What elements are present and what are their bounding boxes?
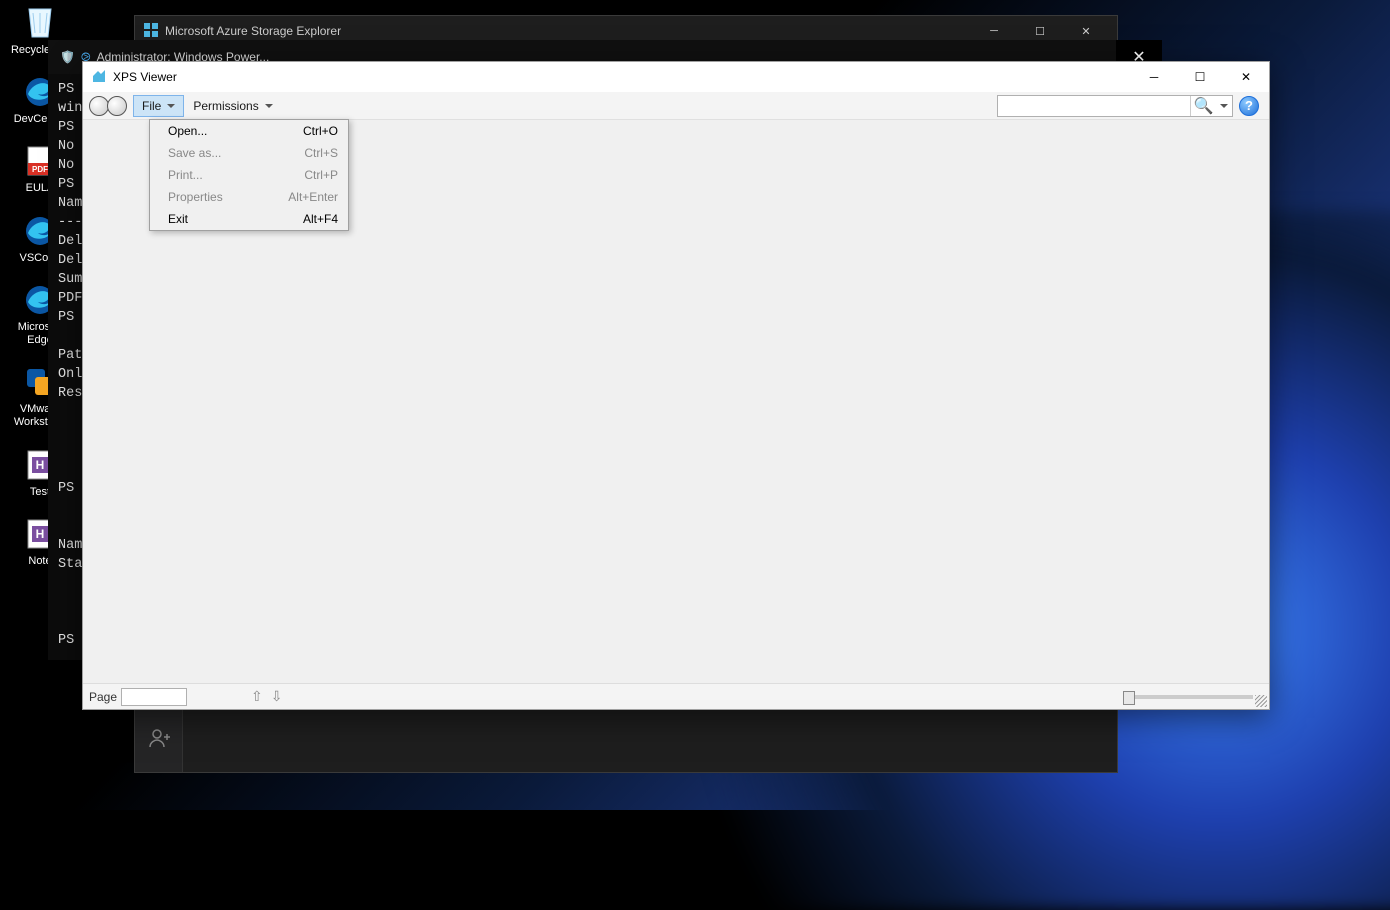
- menu-item-label: Properties: [168, 190, 223, 204]
- menu-item-label: Exit: [168, 212, 188, 226]
- xps-toolbar: File Permissions 🔍 ? Open... Ctrl+O Save…: [83, 92, 1269, 120]
- azure-account-icon[interactable]: [135, 714, 183, 762]
- search-dropdown-icon[interactable]: [1220, 104, 1228, 108]
- file-menu-open[interactable]: Open... Ctrl+O: [150, 120, 348, 142]
- xps-maximize-button[interactable]: ☐: [1177, 62, 1223, 92]
- azure-app-icon: [143, 22, 159, 41]
- page-number-input[interactable]: [121, 688, 187, 706]
- file-label: File: [142, 99, 161, 113]
- xps-status-bar: Page ⇧ ⇩: [83, 683, 1269, 709]
- svg-text:H: H: [36, 458, 45, 472]
- chevron-down-icon: [265, 104, 273, 108]
- menu-item-shortcut: Alt+F4: [303, 212, 338, 226]
- zoom-slider[interactable]: [1123, 695, 1253, 699]
- file-menu-save-as: Save as... Ctrl+S: [150, 142, 348, 164]
- xps-title-text: XPS Viewer: [113, 70, 1131, 84]
- xps-search-box[interactable]: 🔍: [997, 95, 1233, 117]
- menu-item-shortcut: Alt+Enter: [288, 190, 338, 204]
- svg-text:H: H: [36, 527, 45, 541]
- menu-item-shortcut: Ctrl+O: [303, 124, 338, 138]
- page-label: Page: [89, 690, 117, 704]
- xps-search-input[interactable]: [998, 99, 1190, 113]
- shield-icon: 🛡️: [60, 50, 75, 64]
- azure-title-text: Microsoft Azure Storage Explorer: [165, 24, 971, 38]
- xps-file-dropdown: Open... Ctrl+O Save as... Ctrl+S Print..…: [149, 119, 349, 231]
- search-icon[interactable]: 🔍: [1190, 96, 1216, 116]
- xps-close-button[interactable]: ✕: [1223, 62, 1269, 92]
- svg-text:PDF: PDF: [32, 165, 48, 174]
- file-menu-exit[interactable]: Exit Alt+F4: [150, 208, 348, 230]
- menu-item-shortcut: Ctrl+S: [304, 146, 338, 160]
- xps-file-menu-button[interactable]: File: [133, 95, 184, 117]
- help-icon[interactable]: ?: [1239, 96, 1259, 116]
- page-down-button[interactable]: ⇩: [271, 688, 283, 705]
- menu-item-label: Save as...: [168, 146, 221, 160]
- page-up-button[interactable]: ⇧: [251, 688, 263, 705]
- xps-minimize-button[interactable]: ─: [1131, 62, 1177, 92]
- chevron-down-icon: [167, 104, 175, 108]
- menu-item-label: Print...: [168, 168, 203, 182]
- menu-item-label: Open...: [168, 124, 207, 138]
- xps-app-icon: [91, 68, 107, 87]
- xps-permissions-menu-button[interactable]: Permissions: [184, 95, 281, 117]
- xps-titlebar[interactable]: XPS Viewer ─ ☐ ✕: [83, 62, 1269, 92]
- file-menu-print: Print... Ctrl+P: [150, 164, 348, 186]
- xps-viewer-window: XPS Viewer ─ ☐ ✕ File Permissions 🔍 ? Op…: [82, 61, 1270, 710]
- permissions-label: Permissions: [193, 99, 258, 113]
- binoculars-icon[interactable]: [89, 96, 125, 116]
- file-menu-properties: Properties Alt+Enter: [150, 186, 348, 208]
- menu-item-shortcut: Ctrl+P: [304, 168, 338, 182]
- resize-grip[interactable]: [1255, 695, 1267, 707]
- recycle-bin-icon: [21, 4, 59, 42]
